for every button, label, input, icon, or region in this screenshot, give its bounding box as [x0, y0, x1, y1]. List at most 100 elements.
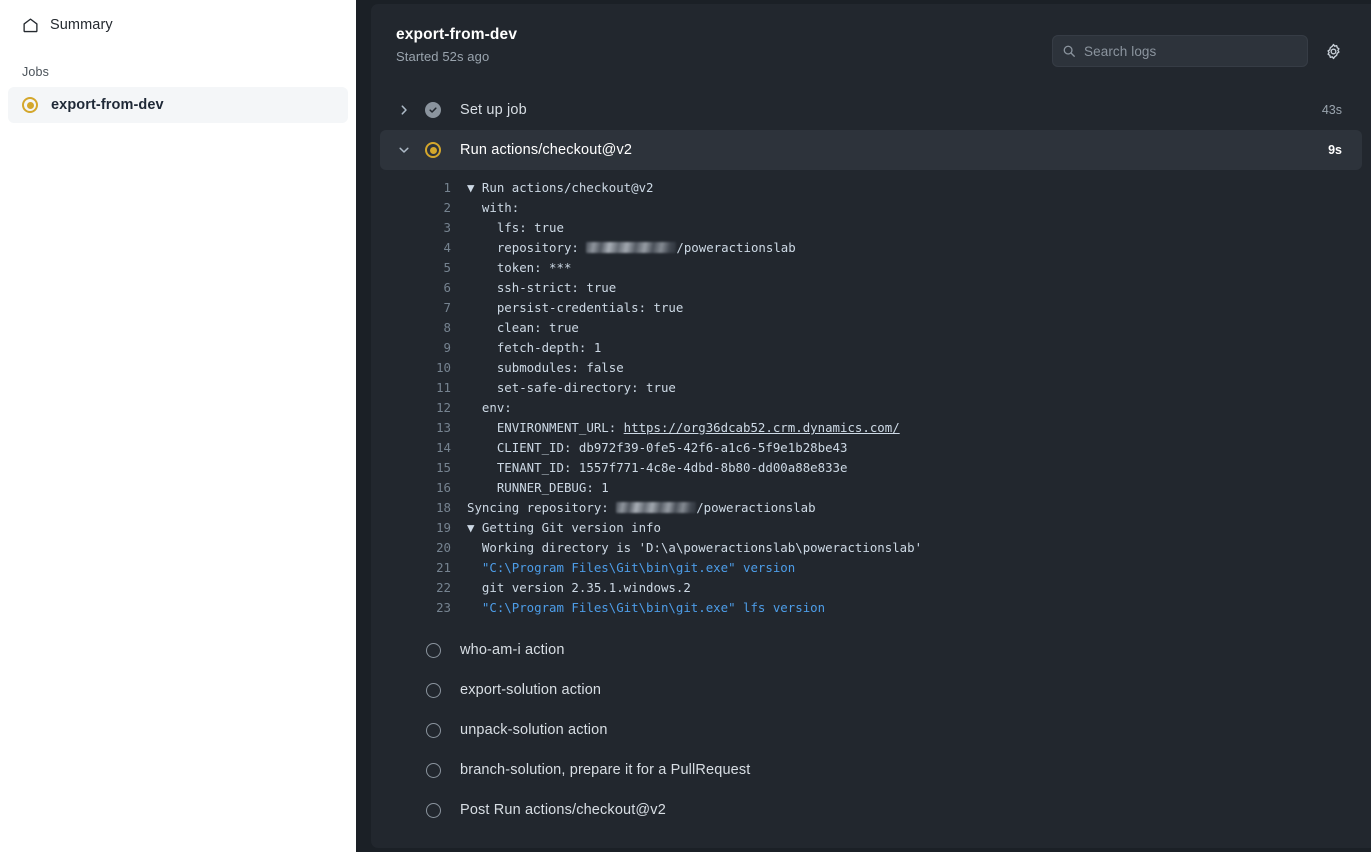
log-panel: export-from-dev Started 52s ago [371, 4, 1371, 848]
log-line-number: 19 [380, 518, 467, 538]
search-logs-box[interactable] [1052, 35, 1308, 67]
chevron-down-icon[interactable] [396, 144, 412, 156]
log-line-number: 16 [380, 478, 467, 498]
environment-url-link[interactable]: https://org36dcab52.crm.dynamics.com/ [624, 420, 900, 435]
log-line-suffix: /poweractionslab [676, 240, 795, 255]
log-line-text: set-safe-directory: true [467, 378, 676, 398]
log-line: 16 RUNNER_DEBUG: 1 [380, 478, 1362, 498]
log-line-text: RUNNER_DEBUG: 1 [467, 478, 609, 498]
log-line-text: TENANT_ID: 1557f771-4c8e-4dbd-8b80-dd00a… [467, 458, 847, 478]
log-line-number: 13 [380, 418, 467, 438]
log-output[interactable]: 1▼ Run actions/checkout@v2 2 with: 3 lfs… [380, 170, 1362, 630]
log-line-text: Syncing repository: /poweractionslab [467, 498, 816, 518]
log-line-text: fetch-depth: 1 [467, 338, 601, 358]
log-line-text: persist-credentials: true [467, 298, 683, 318]
log-line-text: ssh-strict: true [467, 278, 616, 298]
chevron-right-icon[interactable] [396, 104, 412, 116]
search-icon [1062, 44, 1076, 58]
step-row-unpack-solution-action[interactable]: unpack-solution action [380, 710, 1362, 750]
log-line-prefix: repository: [467, 240, 586, 255]
circle-outline-icon [423, 803, 443, 818]
log-line: 3 lfs: true [380, 218, 1362, 238]
log-line-number: 2 [380, 198, 467, 218]
circle-outline-icon [423, 763, 443, 778]
log-line: 22 git version 2.35.1.windows.2 [380, 578, 1362, 598]
log-line-text: clean: true [467, 318, 579, 338]
step-label: export-solution action [460, 682, 601, 698]
log-line-number: 3 [380, 218, 467, 238]
log-line-number: 21 [380, 558, 467, 578]
settings-button[interactable] [1319, 37, 1347, 65]
log-line-text: with: [467, 198, 519, 218]
log-line: 23 "C:\Program Files\Git\bin\git.exe" lf… [380, 598, 1362, 618]
step-label: Post Run actions/checkout@v2 [460, 802, 666, 818]
log-line-number: 18 [380, 498, 467, 518]
log-line-text: ▼ Getting Git version info [467, 518, 661, 538]
log-line-number: 8 [380, 318, 467, 338]
log-line-number: 7 [380, 298, 467, 318]
spinner-icon [423, 142, 443, 158]
log-line-number: 23 [380, 598, 467, 618]
log-line-number: 4 [380, 238, 467, 258]
log-line-text: Working directory is 'D:\a\poweractionsl… [467, 538, 922, 558]
search-input[interactable] [1084, 44, 1298, 59]
log-line-number: 9 [380, 338, 467, 358]
log-line: 2 with: [380, 198, 1362, 218]
log-line: 10 submodules: false [380, 358, 1362, 378]
step-row-branch-solution[interactable]: branch-solution, prepare it for a PullRe… [380, 750, 1362, 790]
log-line-prefix: Syncing repository: [467, 500, 616, 515]
log-line: 4 repository: /poweractionslab [380, 238, 1362, 258]
log-line: 5 token: *** [380, 258, 1362, 278]
log-line-number: 20 [380, 538, 467, 558]
log-line: 6 ssh-strict: true [380, 278, 1362, 298]
steps-list: Set up job 43s Run actions/checkout@v2 9… [371, 90, 1371, 830]
log-line-text: submodules: false [467, 358, 624, 378]
step-row-run-actions-checkout[interactable]: Run actions/checkout@v2 9s [380, 130, 1362, 170]
log-line-text: ▼ Run actions/checkout@v2 [467, 178, 654, 198]
log-line: 15 TENANT_ID: 1557f771-4c8e-4dbd-8b80-dd… [380, 458, 1362, 478]
sidebar-item-export-from-dev[interactable]: export-from-dev [8, 87, 348, 123]
circle-outline-icon [423, 683, 443, 698]
log-line: 9 fetch-depth: 1 [380, 338, 1362, 358]
sidebar-item-summary[interactable]: Summary [8, 8, 348, 42]
step-row-who-am-i-action[interactable]: who-am-i action [380, 630, 1362, 670]
log-line-text: ENVIRONMENT_URL: https://org36dcab52.crm… [467, 418, 900, 438]
log-line: 13 ENVIRONMENT_URL: https://org36dcab52.… [380, 418, 1362, 438]
redacted-owner-icon [586, 242, 676, 253]
redacted-owner-icon [616, 502, 696, 513]
log-line: 12 env: [380, 398, 1362, 418]
log-line: 7 persist-credentials: true [380, 298, 1362, 318]
circle-outline-icon [423, 723, 443, 738]
log-line-text: lfs: true [467, 218, 564, 238]
log-line: 8 clean: true [380, 318, 1362, 338]
log-line-number: 5 [380, 258, 467, 278]
log-line-number: 1 [380, 178, 467, 198]
log-line-number: 12 [380, 398, 467, 418]
log-line: 21 "C:\Program Files\Git\bin\git.exe" ve… [380, 558, 1362, 578]
log-line-number: 10 [380, 358, 467, 378]
log-line: 14 CLIENT_ID: db972f39-0fe5-42f6-a1c6-5f… [380, 438, 1362, 458]
circle-outline-icon [423, 643, 443, 658]
log-line-text: token: *** [467, 258, 571, 278]
step-duration: 9s [1328, 143, 1342, 157]
step-label: branch-solution, prepare it for a PullRe… [460, 762, 750, 778]
log-line-text: git version 2.35.1.windows.2 [467, 578, 691, 598]
log-line-text: CLIENT_ID: db972f39-0fe5-42f6-a1c6-5f9e1… [467, 438, 847, 458]
step-label: Set up job [460, 102, 527, 118]
step-row-export-solution-action[interactable]: export-solution action [380, 670, 1362, 710]
step-row-post-run-actions-checkout[interactable]: Post Run actions/checkout@v2 [380, 790, 1362, 830]
step-row-set-up-job[interactable]: Set up job 43s [380, 90, 1362, 130]
sidebar-job-label: export-from-dev [51, 97, 164, 113]
step-label: Run actions/checkout@v2 [460, 142, 632, 158]
log-line-number: 11 [380, 378, 467, 398]
step-label: unpack-solution action [460, 722, 608, 738]
log-line-number: 6 [380, 278, 467, 298]
spinner-icon [22, 97, 38, 113]
workflow-run-page: Summary Jobs export-from-dev export-from… [0, 0, 1371, 852]
home-icon [22, 17, 39, 34]
log-area: export-from-dev Started 52s ago [356, 0, 1371, 852]
log-line: 18 Syncing repository: /poweractionslab [380, 498, 1362, 518]
check-circle-icon [423, 102, 443, 118]
log-line-text: "C:\Program Files\Git\bin\git.exe" lfs v… [467, 598, 825, 618]
log-line-number: 15 [380, 458, 467, 478]
